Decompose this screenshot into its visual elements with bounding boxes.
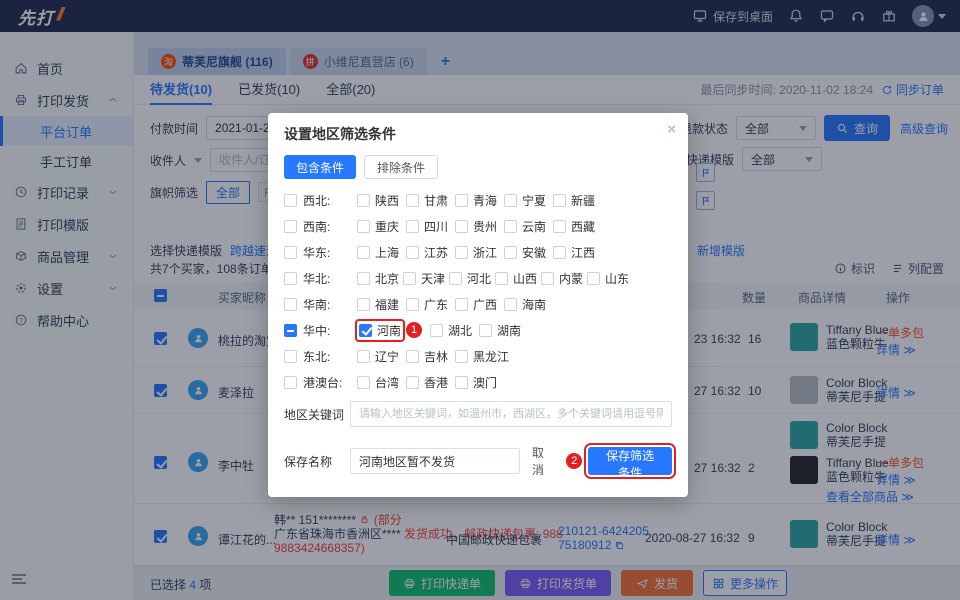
region-keyword-input[interactable] (350, 401, 672, 427)
save-name-input[interactable] (350, 448, 520, 474)
province-checkbox-item[interactable]: 澳门 (455, 374, 504, 391)
province-checkbox-item[interactable]: 青海 (455, 192, 504, 209)
province-checkbox-item[interactable]: 河北 (449, 270, 495, 287)
province-checkbox-item[interactable]: 新疆 (553, 192, 602, 209)
province-checkbox-item[interactable]: 福建 (357, 296, 406, 313)
region-filter-modal: 设置地区筛选条件 × 包含条件 排除条件 西北: 陕西 甘肃 青海 宁夏 新疆 … (268, 113, 688, 497)
province-checkbox-item[interactable]: 浙江 (455, 244, 504, 261)
region-checkbox[interactable] (284, 350, 297, 363)
region-label: 港澳台: (303, 374, 357, 391)
province-checkbox-item[interactable]: 甘肃 (406, 192, 455, 209)
province-checkbox-item[interactable]: 上海 (357, 244, 406, 261)
province-checkbox-item[interactable]: 山东 (587, 270, 633, 287)
province-checkbox-item[interactable]: 黑龙江 (455, 348, 509, 365)
region-label: 西北: (303, 192, 357, 209)
province-checkbox-item[interactable]: 北京 (357, 270, 403, 287)
province-checkbox-item[interactable]: 台湾 (357, 374, 406, 391)
annotation-badge-1: 1 (406, 322, 422, 338)
region-checkbox[interactable] (284, 246, 297, 259)
region-label: 西南: (303, 218, 357, 235)
region-row-huazhong: 华中: 河南 1 湖北 湖南 (268, 317, 688, 343)
region-checkbox[interactable] (284, 298, 297, 311)
region-label: 华东: (303, 244, 357, 261)
save-filter-button[interactable]: 保存筛选条件 (588, 447, 672, 475)
province-checkbox-item[interactable]: 安徽 (504, 244, 553, 261)
province-checkbox-item[interactable]: 广西 (455, 296, 504, 313)
province-checkbox-item[interactable]: 陕西 (357, 192, 406, 209)
province-checkbox-item[interactable]: 江苏 (406, 244, 455, 261)
province-checkbox-item[interactable]: 山西 (495, 270, 541, 287)
close-icon[interactable]: × (667, 121, 676, 138)
region-checkbox[interactable] (284, 272, 297, 285)
province-checkbox-item[interactable]: 贵州 (455, 218, 504, 235)
annotation-badge-2: 2 (566, 453, 582, 469)
region-checkbox[interactable] (284, 194, 297, 207)
exclude-condition-tab[interactable]: 排除条件 (364, 155, 438, 179)
region-row: 华北: 北京 天津 河北 山西 内蒙 山东 (268, 265, 688, 291)
region-row: 港澳台: 台湾 香港 澳门 (268, 369, 688, 395)
region-label: 华北: (303, 270, 357, 287)
province-checkbox-item[interactable]: 湖南 (479, 322, 528, 339)
region-row: 东北: 辽宁 吉林 黑龙江 (268, 343, 688, 369)
province-checkbox-item[interactable]: 西藏 (553, 218, 602, 235)
region-checkbox[interactable] (284, 220, 297, 233)
region-checkbox-indeterminate[interactable] (284, 324, 297, 337)
include-condition-tab[interactable]: 包含条件 (284, 155, 356, 179)
region-row: 华南: 福建 广东 广西 海南 (268, 291, 688, 317)
region-row: 西北: 陕西 甘肃 青海 宁夏 新疆 (268, 187, 688, 213)
save-name-label: 保存名称 (284, 453, 350, 470)
province-checkbox-item[interactable]: 香港 (406, 374, 455, 391)
province-checkbox-item[interactable]: 广东 (406, 296, 455, 313)
province-checkbox-henan[interactable]: 河南 (357, 321, 403, 340)
region-label: 东北: (303, 348, 357, 365)
keyword-label: 地区关键词 (284, 406, 350, 423)
region-checkbox[interactable] (284, 376, 297, 389)
province-checkbox-item[interactable]: 内蒙 (541, 270, 587, 287)
province-checkbox-item[interactable]: 重庆 (357, 218, 406, 235)
region-row: 华东: 上海 江苏 浙江 安徽 江西 (268, 239, 688, 265)
region-label: 华中: (303, 322, 357, 339)
region-label: 华南: (303, 296, 357, 313)
province-checkbox-item[interactable]: 海南 (504, 296, 553, 313)
province-checkbox-item[interactable]: 吉林 (406, 348, 455, 365)
province-checkbox-item[interactable]: 江西 (553, 244, 602, 261)
region-row: 西南: 重庆 四川 贵州 云南 西藏 (268, 213, 688, 239)
province-checkbox-item[interactable]: 四川 (406, 218, 455, 235)
province-checkbox-item[interactable]: 宁夏 (504, 192, 553, 209)
province-checkbox-item[interactable]: 天津 (403, 270, 449, 287)
province-checkbox-item[interactable]: 云南 (504, 218, 553, 235)
province-checkbox-item[interactable]: 湖北 (430, 322, 479, 339)
cancel-button[interactable]: 取消 (520, 439, 563, 483)
modal-title: 设置地区筛选条件 (284, 126, 396, 142)
province-checkbox-item[interactable]: 辽宁 (357, 348, 406, 365)
